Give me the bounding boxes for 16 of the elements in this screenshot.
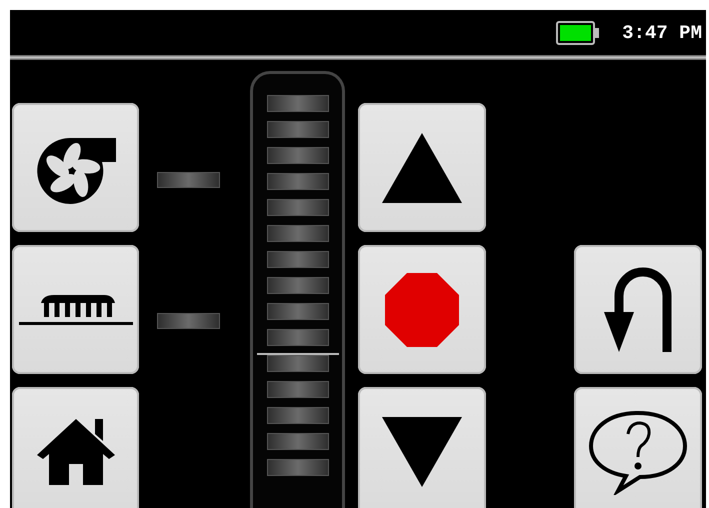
- heater-button[interactable]: [12, 245, 139, 374]
- stop-octagon-icon: [385, 272, 459, 346]
- up-triangle-icon: [382, 132, 462, 202]
- help-icon: [588, 408, 688, 494]
- battery-icon: [556, 20, 600, 44]
- down-button[interactable]: [358, 387, 486, 508]
- help-button[interactable]: [574, 387, 702, 508]
- back-button[interactable]: [574, 245, 702, 374]
- home-button[interactable]: [12, 387, 139, 508]
- up-button[interactable]: [358, 103, 486, 232]
- home-icon: [36, 418, 114, 484]
- heater-icon: [18, 292, 132, 326]
- clock-time: 3:47 PM: [622, 22, 702, 44]
- stop-button[interactable]: [358, 245, 486, 374]
- down-triangle-icon: [382, 416, 462, 486]
- fan-button[interactable]: [12, 103, 139, 232]
